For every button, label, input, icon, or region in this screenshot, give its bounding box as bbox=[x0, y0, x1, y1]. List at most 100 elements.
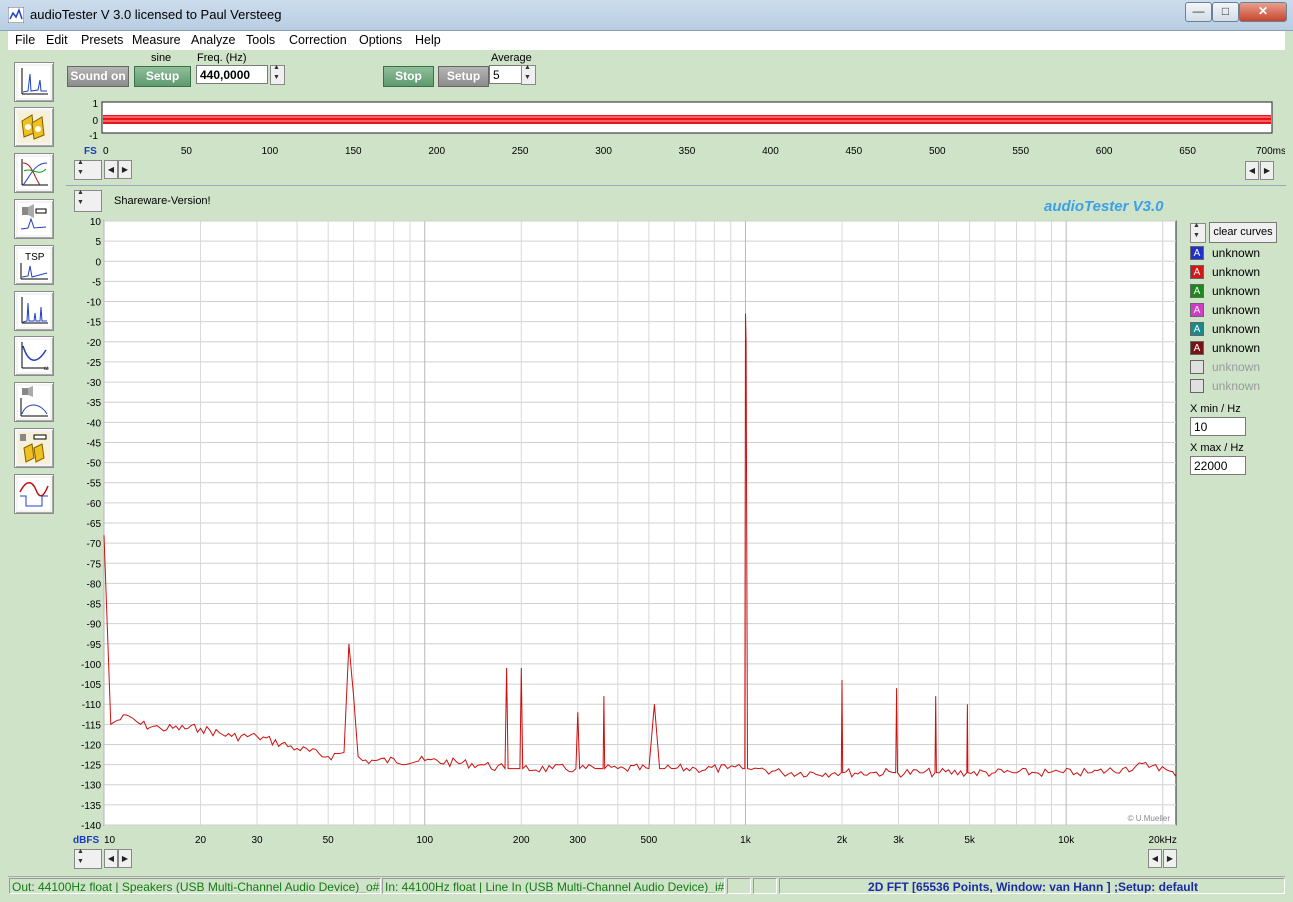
scope-y-tick: 1 bbox=[92, 99, 98, 110]
y-tick-label: -10 bbox=[87, 298, 102, 309]
scope-scroll-right[interactable]: ▶ bbox=[118, 160, 132, 179]
y-tick-label: -140 bbox=[81, 821, 101, 832]
menu-measure[interactable]: Measure bbox=[132, 33, 181, 47]
y-tick-label: -100 bbox=[81, 660, 101, 671]
curve-color-swatch[interactable]: A bbox=[1190, 303, 1204, 317]
stop-button[interactable]: Stop bbox=[383, 66, 434, 87]
y-tick-label: -95 bbox=[87, 640, 102, 651]
status-mode: 2D FFT [65536 Points, Window: van Hann ]… bbox=[779, 878, 1285, 894]
y-tick-label: -125 bbox=[81, 761, 101, 772]
legend-label: unknown bbox=[1212, 322, 1261, 336]
y-tick-label: -30 bbox=[87, 378, 102, 389]
y-tick-label: -115 bbox=[82, 720, 102, 731]
x-tick-label: 300 bbox=[569, 835, 586, 846]
status-output: Out: 44100Hz float | Speakers (USB Multi… bbox=[9, 878, 381, 894]
y-tick-label: -65 bbox=[87, 519, 102, 530]
y-tick-label: -105 bbox=[81, 680, 101, 691]
spectrum-x-scroll-right[interactable]: ▶ bbox=[1163, 849, 1177, 868]
menu-help[interactable]: Help bbox=[415, 33, 441, 47]
menu-tools[interactable]: Tools bbox=[246, 33, 275, 47]
scope-scroll-left[interactable]: ◀ bbox=[104, 160, 118, 179]
generator-setup-button[interactable]: Setup bbox=[134, 66, 191, 87]
scope-x-tick: 300 bbox=[595, 146, 612, 157]
scope-x-tick: 500 bbox=[929, 146, 946, 157]
spectrum-peaks-icon[interactable] bbox=[14, 291, 54, 331]
speakers-icon[interactable] bbox=[14, 107, 54, 147]
close-button[interactable]: ✕ bbox=[1239, 2, 1287, 22]
sound-on-button[interactable]: Sound on bbox=[67, 66, 129, 87]
curve-color-swatch[interactable] bbox=[1190, 360, 1204, 374]
scope-x-tick: 700ms bbox=[1256, 146, 1285, 157]
y-tick-label: -45 bbox=[87, 438, 102, 449]
curve-color-swatch[interactable]: A bbox=[1190, 284, 1204, 298]
scope-unit-label: FS bbox=[84, 146, 97, 157]
legend-label: unknown bbox=[1212, 265, 1261, 279]
curve-color-swatch[interactable]: A bbox=[1190, 341, 1204, 355]
spectrum-scroll-right[interactable]: ▶ bbox=[118, 849, 132, 868]
y-tick-label: -130 bbox=[81, 781, 101, 792]
x-tick-label: 50 bbox=[323, 835, 335, 846]
x-tick-label: 10 bbox=[104, 835, 116, 846]
frequency-input[interactable]: 440,0000 bbox=[196, 65, 268, 84]
menu-options[interactable]: Options bbox=[359, 33, 402, 47]
menu-correction[interactable]: Correction bbox=[289, 33, 347, 47]
spectrum-x-scroll-left[interactable]: ◀ bbox=[1148, 849, 1162, 868]
average-stepper[interactable] bbox=[521, 64, 536, 85]
scope-x-scroll-right[interactable]: ▶ bbox=[1260, 161, 1274, 180]
xmax-input[interactable]: 22000 bbox=[1190, 456, 1246, 475]
y-tick-label: -25 bbox=[87, 358, 102, 369]
scope-x-tick: 650 bbox=[1179, 146, 1196, 157]
scope-x-tick: 200 bbox=[428, 146, 445, 157]
scope-x-scroll-left[interactable]: ◀ bbox=[1245, 161, 1259, 180]
filter-response-icon[interactable] bbox=[14, 153, 54, 193]
average-input[interactable]: 5 bbox=[489, 65, 523, 84]
y-tick-label: -80 bbox=[87, 579, 102, 590]
scope-x-tick: 450 bbox=[846, 146, 863, 157]
impedance-curve-icon[interactable]: ω bbox=[14, 336, 54, 376]
y-tick-label: -60 bbox=[87, 499, 102, 510]
shareware-note: Shareware-Version! bbox=[114, 195, 211, 207]
spectrum-zoom-stepper[interactable] bbox=[74, 189, 102, 212]
scope-x-tick: 50 bbox=[181, 146, 193, 157]
curve-color-swatch[interactable]: A bbox=[1190, 322, 1204, 336]
x-tick-label: 3k bbox=[893, 835, 905, 846]
menu-file[interactable]: File bbox=[15, 33, 35, 47]
fft-spectrum-icon[interactable] bbox=[14, 62, 54, 102]
tsp-icon[interactable]: TSP bbox=[14, 245, 54, 285]
x-tick-label: 10k bbox=[1058, 835, 1075, 846]
legend-label: unknown bbox=[1212, 360, 1261, 374]
speaker-measurement-icon[interactable] bbox=[14, 428, 54, 468]
xmin-input[interactable]: 10 bbox=[1190, 417, 1246, 436]
curve-color-swatch[interactable]: A bbox=[1190, 246, 1204, 260]
spectrum-y-stepper[interactable] bbox=[74, 848, 102, 869]
scope-y-zoom-stepper[interactable] bbox=[74, 159, 102, 180]
x-tick-label: 200 bbox=[513, 835, 530, 846]
scope-x-tick: 550 bbox=[1012, 146, 1029, 157]
spectrum-scroll-left[interactable]: ◀ bbox=[104, 849, 118, 868]
y-tick-label: -85 bbox=[87, 600, 102, 611]
analyzer-setup-button[interactable]: Setup bbox=[438, 66, 489, 87]
clear-curves-button[interactable]: clear curves bbox=[1209, 222, 1277, 243]
x-tick-label: 30 bbox=[251, 835, 263, 846]
minimize-button[interactable]: — bbox=[1185, 2, 1212, 22]
menu-edit[interactable]: Edit bbox=[46, 33, 68, 47]
waveform-icon[interactable] bbox=[14, 474, 54, 514]
curve-color-swatch[interactable] bbox=[1190, 379, 1204, 393]
y-tick-label: -40 bbox=[87, 418, 102, 429]
speaker-impedance-icon[interactable] bbox=[14, 199, 54, 239]
frequency-response-icon[interactable] bbox=[14, 382, 54, 422]
menu-presets[interactable]: Presets bbox=[81, 33, 123, 47]
spectrum-unit-label: dBFS bbox=[73, 835, 99, 846]
legend-label: unknown bbox=[1212, 379, 1261, 393]
maximize-button[interactable]: □ bbox=[1212, 2, 1239, 22]
y-tick-label: 10 bbox=[90, 217, 102, 228]
scope-x-tick: 400 bbox=[762, 146, 779, 157]
menu-bar: File Edit Presets Measure Analyze Tools … bbox=[8, 31, 1285, 50]
curve-color-swatch[interactable]: A bbox=[1190, 265, 1204, 279]
x-tick-label: 20kHz bbox=[1149, 835, 1177, 846]
legend-stepper[interactable] bbox=[1190, 222, 1206, 243]
xmax-label: X max / Hz bbox=[1190, 442, 1244, 454]
frequency-stepper[interactable] bbox=[270, 64, 285, 85]
scope-y-tick: 0 bbox=[92, 116, 98, 127]
menu-analyze[interactable]: Analyze bbox=[191, 33, 235, 47]
